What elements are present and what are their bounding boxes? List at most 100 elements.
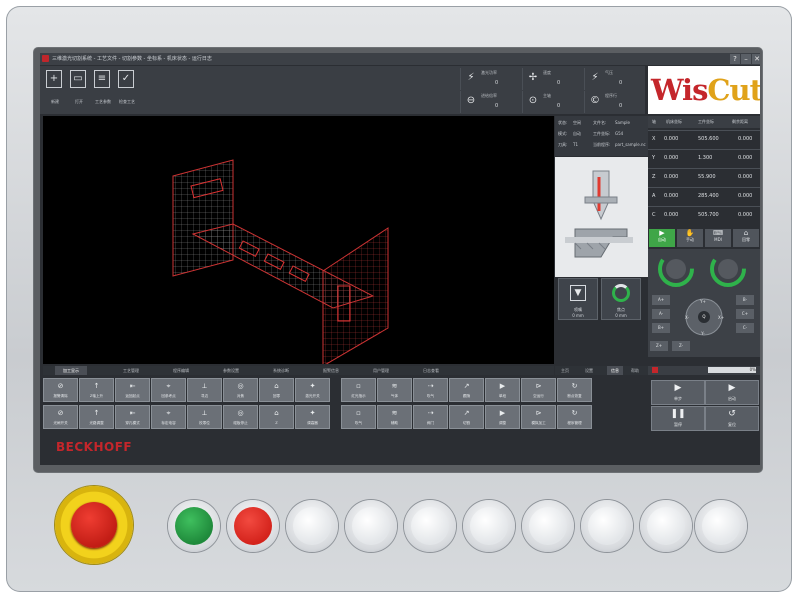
op-button[interactable]: ↻ 断点恢复	[557, 378, 592, 402]
white-button-4[interactable]	[463, 500, 515, 552]
op-button[interactable]: ≋ 辅助	[377, 405, 412, 429]
red-stop-button[interactable]	[227, 500, 279, 552]
tab-process-manage[interactable]: 工艺管理	[123, 366, 139, 375]
op-button[interactable]: ⇤ 返回起点	[115, 378, 150, 402]
jog-b-plus[interactable]: B+	[652, 323, 670, 333]
white-button-2[interactable]	[345, 500, 397, 552]
new-file-button[interactable]: + 新建	[44, 68, 66, 110]
op-button[interactable]: ⌂ Z	[259, 405, 294, 429]
jog-c-plus[interactable]: C+	[736, 309, 754, 319]
op-button[interactable]: ≋ 气体	[377, 378, 412, 402]
jog-a-plus[interactable]: A+	[652, 295, 670, 305]
op-button[interactable]: ⊘ 报警清除	[43, 378, 78, 402]
side-tabs: 主页 设置 信息 帮助	[555, 366, 648, 375]
op-button-icon: ▫	[356, 409, 361, 417]
process-params-button[interactable]: ≡ 工艺参数	[92, 68, 114, 110]
jog-a-minus[interactable]: A-	[652, 309, 670, 319]
process-check-button[interactable]: ✓ 检查工艺	[116, 68, 138, 110]
reset-button[interactable]: ↺ 复位	[705, 406, 759, 431]
mode-auto-button[interactable]: ▶ 自动	[649, 229, 675, 247]
op-button-label: Z轴上升	[89, 394, 104, 398]
op-button[interactable]: ⟂ 校零位	[187, 405, 222, 429]
side-tab-active[interactable]: 信息	[607, 366, 623, 375]
mode-mdi-button[interactable]: ⌨ MDI	[705, 229, 731, 247]
op-button[interactable]: ▶ 调整	[485, 405, 520, 429]
white-button-8[interactable]	[695, 500, 747, 552]
op-button[interactable]: ⌂ 回零	[259, 378, 294, 402]
start-button[interactable]: ▶ 启动	[705, 380, 759, 405]
jog-x-plus[interactable]: X+	[716, 313, 726, 323]
op-button[interactable]: ↗ 切割	[449, 405, 484, 429]
op-button-label: 碰板停止	[233, 421, 248, 425]
tab-program-edit[interactable]: 程序编辑	[173, 366, 189, 375]
help-button[interactable]: ?	[730, 54, 740, 64]
jog-x-minus[interactable]: X-	[682, 313, 692, 323]
close-button[interactable]: ✕	[752, 54, 760, 64]
op-button-icon: ✦	[309, 409, 316, 417]
status-item: ✢ 速度 0	[522, 68, 583, 90]
op-button[interactable]: ⇢ 阀门	[413, 405, 448, 429]
side-tab[interactable]: 帮助	[631, 368, 639, 374]
white-button-3[interactable]	[404, 500, 456, 552]
tab-logs[interactable]: 日志查看	[423, 366, 439, 375]
op-button[interactable]: ↑ Z轴上升	[79, 378, 114, 402]
op-button[interactable]: ✦ 激光开关	[295, 378, 330, 402]
jog-y-minus[interactable]: Y-	[694, 329, 712, 339]
op-button[interactable]: ↗ 跟随	[449, 378, 484, 402]
emergency-stop-button[interactable]	[55, 486, 133, 564]
3d-viewport[interactable]	[43, 116, 554, 367]
tab-alarms[interactable]: 报警信息	[323, 366, 339, 375]
op-button[interactable]: ▫ 吹气	[341, 405, 376, 429]
op-button[interactable]: ⊘ 光闸开关	[43, 405, 78, 429]
mode-home-button[interactable]: ⌂ 回零	[733, 229, 759, 247]
tab-diagnostics[interactable]: 系统诊断	[273, 366, 289, 375]
tab-process-view[interactable]: 加工显示	[55, 366, 87, 375]
white-button-5[interactable]	[522, 500, 574, 552]
status-value: 0	[495, 80, 499, 86]
white-button-6[interactable]	[581, 500, 633, 552]
minimize-button[interactable]: –	[741, 54, 751, 64]
op-button[interactable]: ◎ 对焦	[223, 378, 258, 402]
nozzle-icon: ▼	[570, 285, 586, 301]
op-button-label: 回参考点	[161, 394, 176, 398]
op-button[interactable]: ⇤ 穿孔模式	[115, 405, 150, 429]
op-button-label: 寻边	[200, 394, 209, 398]
op-button[interactable]: ✦ 调高器	[295, 405, 330, 429]
pause-button[interactable]: ❚❚ 暂停	[651, 406, 705, 431]
op-button[interactable]: ⟂ 寻边	[187, 378, 222, 402]
nozzle-button[interactable]: ▼ 喷嘴 0 mm	[558, 278, 598, 320]
focus-button[interactable]: 焦点 0 mm	[601, 278, 641, 320]
tab-users[interactable]: 用户管理	[373, 366, 389, 375]
jog-z-plus[interactable]: Z+	[650, 341, 668, 351]
step-button[interactable]: ▶ 单步	[651, 380, 705, 405]
wiscut-logo: WisCut	[648, 66, 760, 114]
mode-manual-button[interactable]: ✋ 手动	[677, 229, 703, 247]
open-file-button[interactable]: ▭ 打开	[68, 68, 90, 110]
view-tabs: 加工显示 工艺管理 程序编辑 参数设置 系统诊断 报警信息 用户管理 日志查看	[43, 366, 554, 375]
op-button[interactable]: ⌖ 标定电容	[151, 405, 186, 429]
op-button[interactable]: ⊳ 模拟加工	[521, 405, 556, 429]
jog-b-minus[interactable]: B-	[736, 295, 754, 305]
side-tab[interactable]: 主页	[561, 368, 569, 374]
jog-y-plus[interactable]: Y+	[694, 297, 712, 307]
jog-center[interactable]: Q	[699, 312, 709, 322]
back-panel	[172, 159, 234, 277]
op-button[interactable]: ▶ 单段	[485, 378, 520, 402]
white-button-7[interactable]	[640, 500, 692, 552]
tab-parameters[interactable]: 参数设置	[223, 366, 239, 375]
op-button[interactable]: ↑ 光路调整	[79, 405, 114, 429]
side-tab[interactable]: 设置	[585, 368, 593, 374]
op-button[interactable]: ⊳ 空运行	[521, 378, 556, 402]
op-button[interactable]: ⌖ 回参考点	[151, 378, 186, 402]
jog-c-minus[interactable]: C-	[736, 323, 754, 333]
op-button[interactable]: ▫ 红光指示	[341, 378, 376, 402]
reset-label: 复位	[728, 422, 736, 427]
green-start-button[interactable]	[168, 500, 220, 552]
feed-override-bar[interactable]: 0%	[708, 367, 756, 373]
jog-z-minus[interactable]: Z-	[672, 341, 690, 351]
op-button[interactable]: ↻ 程序管理	[557, 405, 592, 429]
op-button-icon: ⌂	[274, 409, 279, 417]
op-button[interactable]: ◎ 碰板停止	[223, 405, 258, 429]
op-button[interactable]: ⇢ 吹气	[413, 378, 448, 402]
white-button-1[interactable]	[286, 500, 338, 552]
